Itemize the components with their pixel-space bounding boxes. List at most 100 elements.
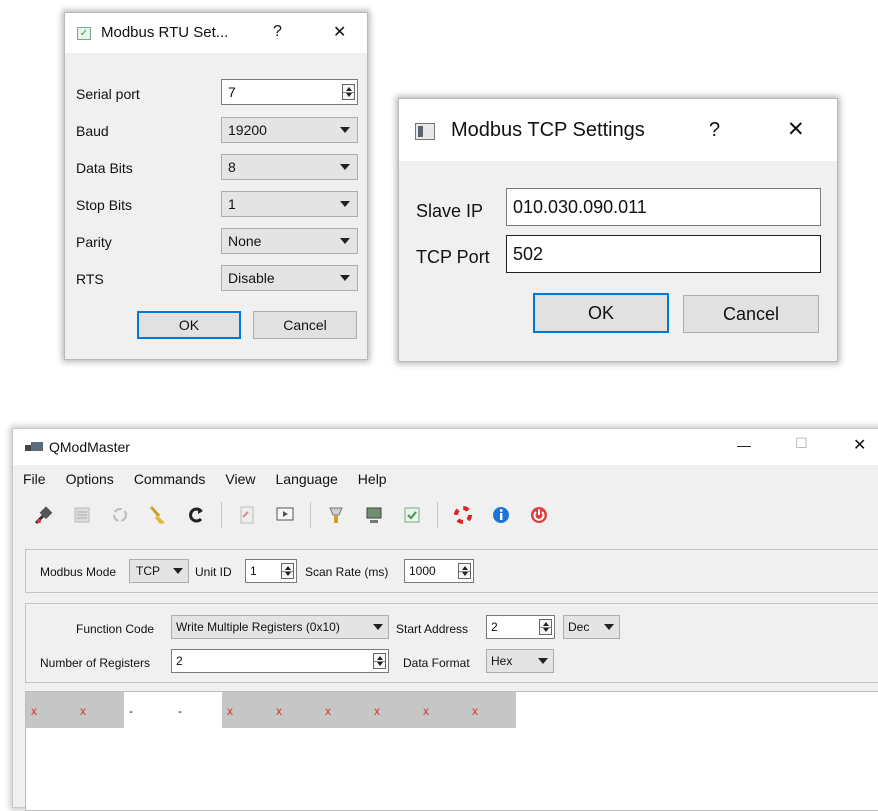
main-title: QModMaster [49,439,130,455]
register-cell[interactable]: - [124,692,173,728]
address-format-select[interactable]: Dec [563,615,620,639]
unit-id-spinbox[interactable]: 1 [245,559,297,583]
chevron-down-icon [173,568,183,574]
baud-label: Baud [76,123,109,139]
toolbar-separator [437,502,438,528]
menu-language[interactable]: Language [276,471,338,487]
toolbar [13,493,878,537]
tcp-port-value: 502 [513,243,544,264]
tcp-close-button[interactable]: ✕ [787,117,805,142]
tcp-port-input[interactable]: 502 [506,235,821,273]
qmodmaster-window: QModMaster — ☐ ✕ File Options Commands V… [12,428,878,811]
register-cell[interactable]: - [173,692,222,728]
main-close-button[interactable]: ✕ [853,435,866,455]
rtu-cancel-button[interactable]: Cancel [253,311,357,339]
modbus-mode-select[interactable]: TCP [129,559,189,583]
start-address-label: Start Address [396,622,469,636]
tcp-title: Modbus TCP Settings [451,119,645,141]
menu-view[interactable]: View [225,471,255,487]
start-address-spinbox[interactable]: 2 [486,615,555,639]
rtu-ok-button[interactable]: OK [137,311,241,339]
data-bits-select[interactable]: 8 [221,154,358,180]
register-table[interactable]: x x - - x x x x x x [25,691,878,811]
refresh-disabled-icon[interactable] [107,502,133,528]
start-address-stepper[interactable] [539,619,552,635]
bus-monitor-icon[interactable] [69,502,95,528]
power-exit-icon[interactable] [526,502,552,528]
stop-bits-select[interactable]: 1 [221,191,358,217]
chevron-down-icon [340,275,350,281]
scan-rate-spinbox[interactable]: 1000 [404,559,474,583]
connect-icon[interactable] [31,502,57,528]
scan-rate-stepper[interactable] [458,563,471,579]
unit-id-value: 1 [250,564,257,578]
register-cell[interactable]: x [26,692,75,728]
menu-commands[interactable]: Commands [134,471,206,487]
parity-value: None [228,233,262,249]
unit-id-stepper[interactable] [281,563,294,579]
rtu-title: Modbus RTU Set... [101,24,229,41]
screen-icon[interactable] [272,502,298,528]
function-code-label: Function Code [76,622,155,636]
clear-broom-icon[interactable] [145,502,171,528]
rtu-title-bar[interactable]: ✓ Modbus RTU Set... ? ✕ [65,13,367,53]
register-cell[interactable]: x [369,692,418,728]
function-group: Function Code Write Multiple Registers (… [25,603,878,683]
num-registers-stepper[interactable] [373,653,386,669]
baud-select[interactable]: 19200 [221,117,358,143]
register-cell[interactable]: x [320,692,369,728]
minimize-button[interactable]: — [737,437,751,453]
reset-icon[interactable] [183,502,209,528]
num-registers-label: Number of Registers [40,656,151,670]
serial-port-spinbox[interactable]: 7 [221,79,358,105]
tcp-port-label: TCP Port [416,247,490,267]
menu-bar: File Options Commands View Language Help [13,465,878,493]
parity-select[interactable]: None [221,228,358,254]
tcp-title-bar[interactable]: Modbus TCP Settings ? ✕ [399,99,837,161]
main-title-bar[interactable]: QModMaster — ☐ ✕ [13,429,878,465]
start-address-value: 2 [491,620,498,634]
register-cell[interactable]: x [222,692,271,728]
tcp-cancel-button[interactable]: Cancel [683,295,819,333]
register-cell[interactable]: x [467,692,516,728]
data-bits-value: 8 [228,159,236,175]
rtu-close-button[interactable]: ✕ [333,22,346,42]
chevron-down-icon [538,658,548,664]
info-icon[interactable] [488,502,514,528]
slave-ip-input[interactable]: 010.030.090.011 [506,188,821,226]
help-lifebuoy-icon[interactable] [450,502,476,528]
toolbar-separator [310,502,311,528]
chevron-down-icon [604,624,614,630]
serial-port-stepper[interactable] [342,84,355,100]
slave-ip-value: 010.030.090.011 [513,196,647,217]
serial-port-label: Serial port [76,86,140,102]
menu-help[interactable]: Help [358,471,387,487]
chevron-down-icon [340,127,350,133]
data-format-value: Hex [491,654,513,668]
register-cell[interactable]: x [271,692,320,728]
function-code-select[interactable]: Write Multiple Registers (0x10) [171,615,389,639]
register-cell[interactable]: x [75,692,124,728]
address-format-value: Dec [568,620,590,634]
serial-settings-icon[interactable] [323,502,349,528]
tcp-settings-icon[interactable] [361,502,387,528]
rtu-help-button[interactable]: ? [273,23,282,41]
rts-value: Disable [228,270,275,286]
menu-file[interactable]: File [23,471,46,487]
rts-select[interactable]: Disable [221,265,358,291]
tcp-help-button[interactable]: ? [709,119,720,142]
chevron-down-icon [340,201,350,207]
tcp-settings-dialog: Modbus TCP Settings ? ✕ Slave IP 010.030… [398,98,838,362]
chevron-down-icon [340,164,350,170]
menu-options[interactable]: Options [66,471,114,487]
modbus-mode-group: Modbus Mode TCP Unit ID 1 Scan Rate (ms)… [25,549,878,593]
baud-value: 19200 [228,122,267,138]
settings-check-icon[interactable] [399,502,425,528]
log-icon[interactable] [234,502,260,528]
rts-label: RTS [76,271,104,287]
tcp-ok-button[interactable]: OK [533,293,669,333]
data-format-select[interactable]: Hex [486,649,554,673]
register-cell[interactable]: x [418,692,467,728]
num-registers-spinbox[interactable]: 2 [171,649,389,673]
maximize-button[interactable]: ☐ [795,435,808,452]
